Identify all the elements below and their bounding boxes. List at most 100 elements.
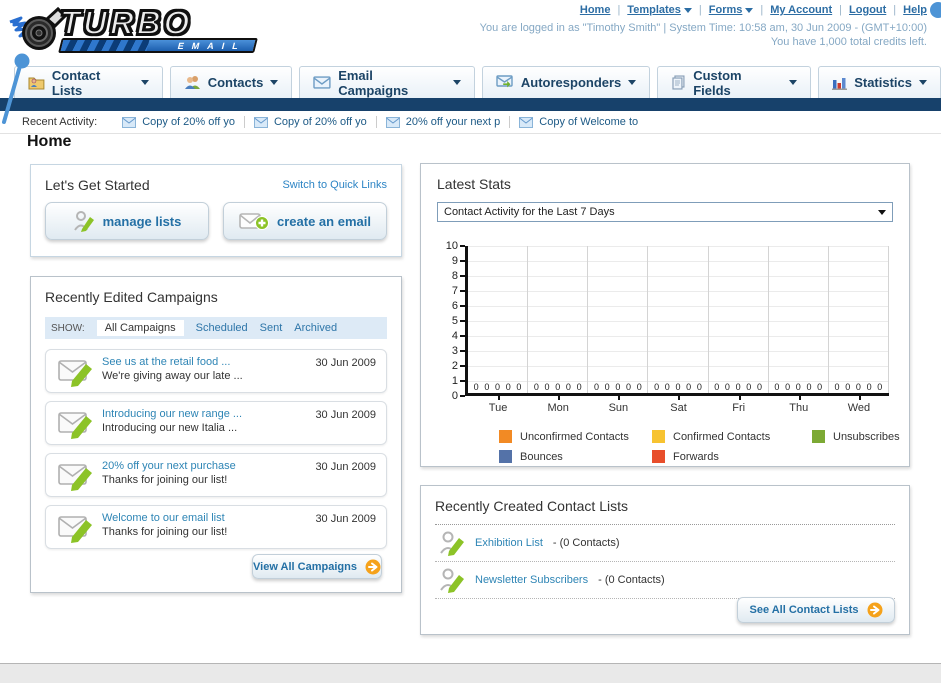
legend-swatch xyxy=(499,430,512,443)
legend-swatch xyxy=(499,450,512,463)
campaign-list-item[interactable]: 20% off your next purchase Thanks for jo… xyxy=(45,453,387,497)
contact-list-name-link[interactable]: Newsletter Subscribers xyxy=(475,574,588,586)
campaign-subtitle: Thanks for joining our list! xyxy=(102,474,228,486)
envelope-icon xyxy=(122,116,137,128)
recent-activity-item[interactable]: 20% off your next p xyxy=(377,116,511,128)
contact-activity-chart: 10 9 8 7 6 5 4 3 2 1 0 000000000000000000000000000… xyxy=(437,240,889,402)
logo-stripes xyxy=(60,40,150,51)
chevron-down-icon xyxy=(919,80,927,85)
create-email-icon xyxy=(239,213,270,230)
campaign-list-item[interactable]: Introducing our new range ... Introducin… xyxy=(45,401,387,445)
legend-item: Confirmed Contacts xyxy=(652,430,812,443)
create-an-email-button[interactable]: create an email xyxy=(223,202,387,240)
contacts-icon xyxy=(184,76,200,89)
stats-report-select[interactable]: Contact Activity for the Last 7 Days xyxy=(437,202,893,222)
recent-activity-item[interactable]: Copy of 20% off yo xyxy=(245,116,377,128)
campaign-date: 30 Jun 2009 xyxy=(315,357,376,369)
chart-plot: 00000000000000000000000000000000000 xyxy=(465,246,889,396)
contact-list-edit-icon xyxy=(440,568,464,593)
campaign-subtitle: Introducing our new Italia ... xyxy=(102,422,238,434)
chevron-down-icon xyxy=(140,80,149,85)
filter-archived[interactable]: Archived xyxy=(294,322,337,334)
turbo-email-logo[interactable]: TURBO EMAIL xyxy=(8,3,258,58)
contact-list-edit-icon xyxy=(440,531,464,556)
tab-contact-lists[interactable]: Contact Lists xyxy=(14,66,163,98)
contact-list-name-link[interactable]: Exhibition List xyxy=(475,537,543,549)
legend-swatch xyxy=(652,430,665,443)
turbine-icon xyxy=(9,6,66,50)
manage-lists-button[interactable]: manage lists xyxy=(45,202,209,240)
chevron-down-icon xyxy=(745,7,754,13)
recent-activity-label: Recent Activity: xyxy=(22,116,98,128)
campaign-list-item[interactable]: Welcome to our email list Thanks for joi… xyxy=(45,505,387,549)
manage-lists-icon xyxy=(73,211,94,232)
contact-list-count: - (0 Contacts) xyxy=(552,537,620,549)
recent-activity-bar: Recent Activity: Copy of 20% off yo Copy… xyxy=(0,111,941,134)
campaign-date: 30 Jun 2009 xyxy=(315,513,376,525)
campaign-envelope-edit-icon xyxy=(58,464,92,491)
contact-list-count: - (0 Contacts) xyxy=(598,574,665,586)
see-all-contact-lists-button[interactable]: See All Contact Lists xyxy=(737,597,895,623)
credits-status-text: You have 1,000 total credits left. xyxy=(770,36,927,48)
campaigns-panel-title: Recently Edited Campaigns xyxy=(45,289,218,305)
show-label: SHOW: xyxy=(51,322,85,334)
view-all-campaigns-button[interactable]: View All Campaigns xyxy=(252,554,382,579)
chevron-down-icon xyxy=(878,209,886,215)
legend-item: Unconfirmed Contacts xyxy=(499,430,652,443)
stats-panel-title: Latest Stats xyxy=(437,176,511,192)
header-link-templates[interactable]: Templates xyxy=(627,4,692,16)
header-link-home[interactable]: Home xyxy=(580,4,611,16)
header-link-logout[interactable]: Logout xyxy=(849,4,886,16)
navy-divider-bar xyxy=(0,98,941,111)
page-title: Home xyxy=(27,133,72,150)
autoresponders-icon xyxy=(496,75,513,88)
header-links: Home Templates Forms My Account Logout H… xyxy=(580,4,927,16)
recently-created-contact-lists-panel: Recently Created Contact Lists Exhibitio… xyxy=(420,485,910,635)
latest-stats-panel: Latest Stats Contact Activity for the La… xyxy=(420,163,910,467)
contact-lists-panel-title: Recently Created Contact Lists xyxy=(435,498,628,514)
legend-item: Forwards xyxy=(652,450,812,463)
logo-turbo-text: TURBO xyxy=(59,3,193,42)
campaign-envelope-edit-icon xyxy=(58,360,92,387)
filter-all-campaigns[interactable]: All Campaigns xyxy=(96,320,184,336)
get-started-panel: Let's Get Started Switch to Quick Links … xyxy=(30,164,402,257)
arrow-right-icon xyxy=(365,559,381,574)
email-campaigns-icon xyxy=(313,76,331,89)
header-link-help[interactable]: Help xyxy=(903,4,927,16)
tab-statistics[interactable]: Statistics xyxy=(818,66,941,98)
arrow-right-icon xyxy=(867,602,882,618)
legend-item: Unsubscribes xyxy=(812,430,900,443)
contact-list-items: Exhibition List - (0 Contacts) Newslette… xyxy=(435,525,895,599)
statistics-icon xyxy=(832,77,848,90)
campaign-envelope-edit-icon xyxy=(58,516,92,543)
contact-list-item[interactable]: Newsletter Subscribers - (0 Contacts) xyxy=(435,562,895,599)
recent-activity-items: Copy of 20% off yo Copy of 20% off yo 20… xyxy=(113,116,647,128)
filter-scheduled[interactable]: Scheduled xyxy=(196,322,248,334)
recent-activity-item[interactable]: Copy of Welcome to xyxy=(510,116,647,128)
chart-legend: Unconfirmed Contacts Confirmed Contacts … xyxy=(499,430,900,463)
switch-to-quick-links[interactable]: Switch to Quick Links xyxy=(282,179,387,191)
recent-activity-item[interactable]: Copy of 20% off yo xyxy=(113,116,245,128)
chevron-down-icon xyxy=(683,7,692,13)
envelope-icon xyxy=(385,116,400,128)
chart-y-axis: 10 9 8 7 6 5 4 3 2 1 0 xyxy=(437,240,465,402)
main-nav: Contact Lists Contacts Email Campaigns A… xyxy=(14,66,941,98)
filter-sent[interactable]: Sent xyxy=(260,322,283,334)
tab-contacts[interactable]: Contacts xyxy=(169,66,293,98)
legend-item: Bounces xyxy=(499,450,652,463)
campaign-envelope-edit-icon xyxy=(58,412,92,439)
tab-autoresponders[interactable]: Autoresponders xyxy=(481,66,651,98)
campaign-list-item[interactable]: See us at the retail food ... We're givi… xyxy=(45,349,387,393)
tab-custom-fields[interactable]: Custom Fields xyxy=(657,66,812,98)
logo-email-text: EMAIL xyxy=(176,40,248,51)
header-link-forms[interactable]: Forms xyxy=(709,4,754,16)
tab-email-campaigns[interactable]: Email Campaigns xyxy=(299,66,475,98)
main-page: TURBO EMAIL Home Templates Forms My Acco… xyxy=(0,0,941,664)
logo-email-bar: EMAIL xyxy=(58,38,258,53)
contact-lists-icon xyxy=(28,77,45,90)
recently-edited-campaigns-panel: Recently Edited Campaigns SHOW: All Camp… xyxy=(30,276,402,593)
contact-list-item[interactable]: Exhibition List - (0 Contacts) xyxy=(435,525,895,562)
header-link-my-account[interactable]: My Account xyxy=(770,4,832,16)
chevron-down-icon xyxy=(452,80,461,85)
envelope-icon xyxy=(253,116,268,128)
